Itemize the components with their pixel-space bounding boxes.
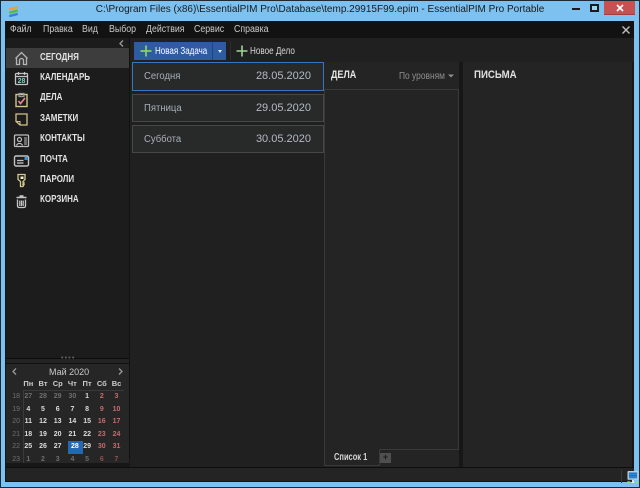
- svg-text:28: 28: [18, 78, 26, 85]
